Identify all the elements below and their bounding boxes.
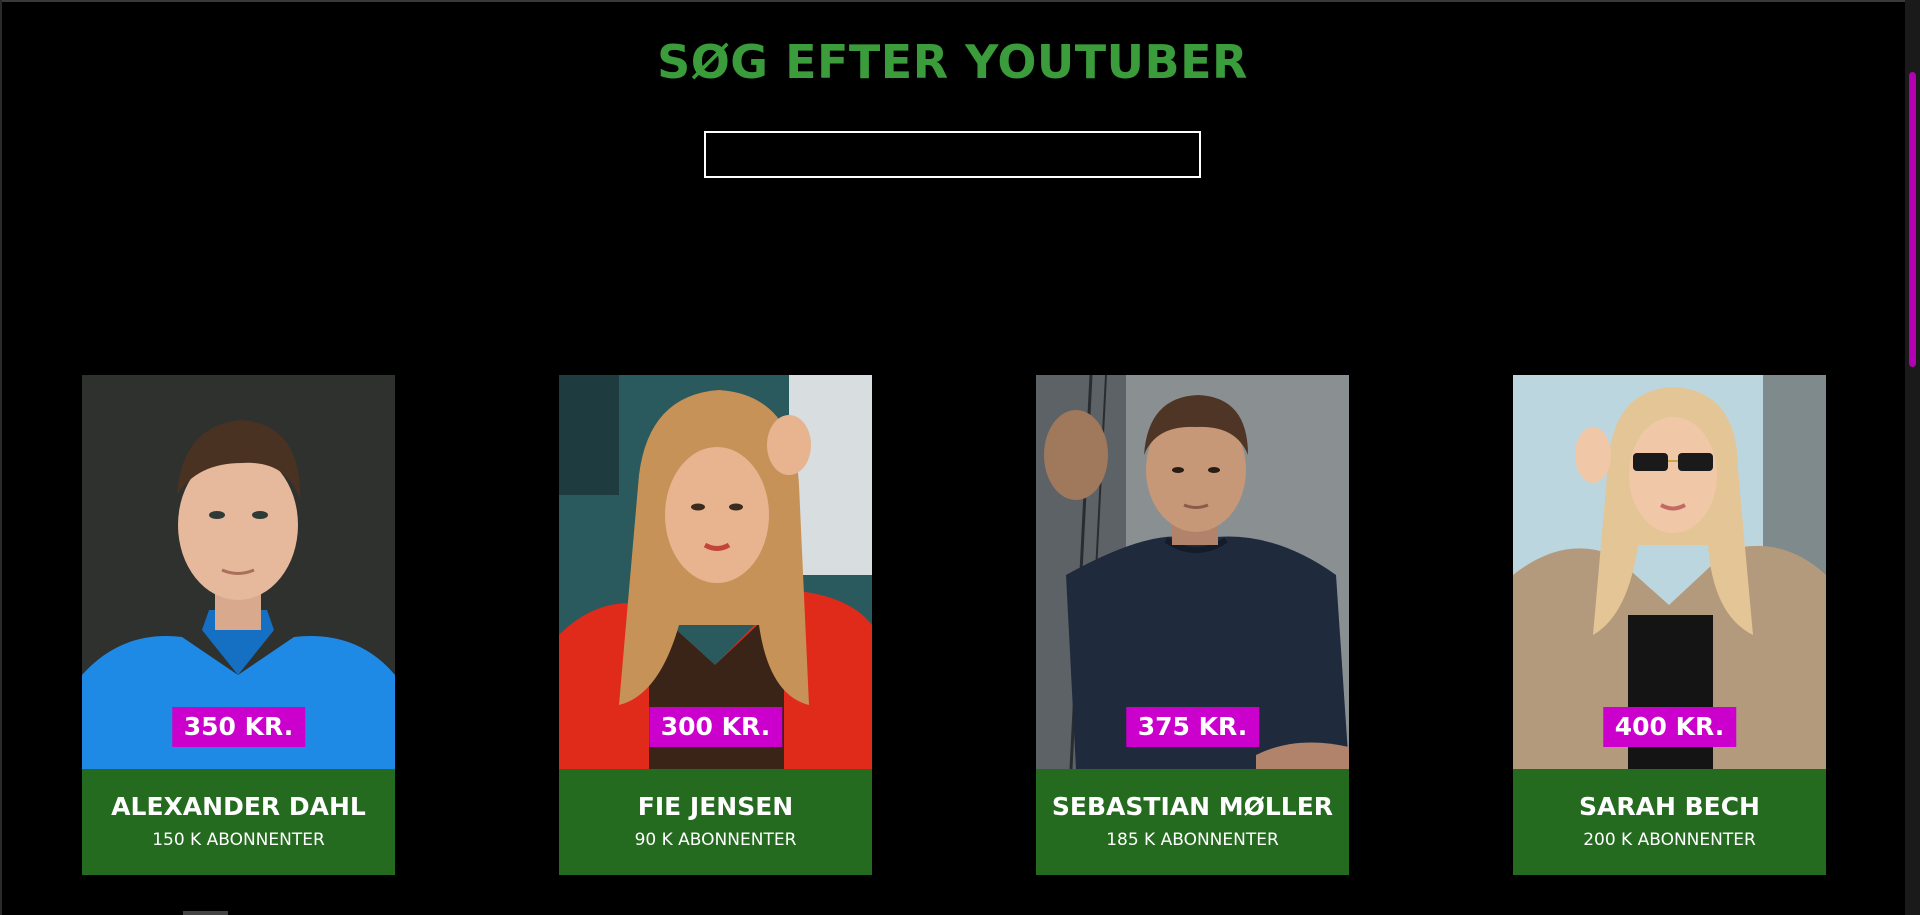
price-badge: 350 KR. (171, 707, 306, 747)
price-badge: 375 KR. (1125, 707, 1260, 747)
youtuber-name: ALEXANDER DAHL (111, 792, 366, 821)
youtuber-name: SEBASTIAN MØLLER (1051, 792, 1334, 821)
subscriber-count: 90 K ABONNENTER (634, 830, 797, 850)
youtuber-photo: 400 KR. (1513, 375, 1826, 769)
youtuber-card-sebastian-moller[interactable]: 375 KR. SEBASTIAN MØLLER 185 K ABONNENTE… (1036, 375, 1349, 875)
youtuber-card-sarah-bech[interactable]: 400 KR. SARAH BECH 200 K ABONNENTER (1513, 375, 1826, 875)
subscriber-count: 150 K ABONNENTER (152, 830, 325, 850)
youtuber-photo: 350 KR. (82, 375, 395, 769)
scrollbar-thumb[interactable] (1909, 72, 1916, 367)
price-badge: 400 KR. (1602, 707, 1737, 747)
youtuber-card-alexander-dahl[interactable]: 350 KR. ALEXANDER DAHL 150 K ABONNENTER (82, 375, 395, 875)
price-badge: 300 KR. (648, 707, 783, 747)
youtuber-card-fie-jensen[interactable]: 300 KR. FIE JENSEN 90 K ABONNENTER (559, 375, 872, 875)
horizontal-scrollbar-thumb[interactable] (183, 911, 228, 915)
card-info: FIE JENSEN 90 K ABONNENTER (559, 769, 872, 875)
vertical-scrollbar[interactable] (1905, 0, 1920, 915)
subscriber-count: 185 K ABONNENTER (1106, 830, 1279, 850)
window-top-border (0, 0, 1920, 2)
subscriber-count: 200 K ABONNENTER (1583, 830, 1756, 850)
youtuber-name: SARAH BECH (1579, 792, 1760, 821)
youtuber-name: FIE JENSEN (637, 792, 794, 821)
card-info: SARAH BECH 200 K ABONNENTER (1513, 769, 1826, 875)
youtuber-photo: 375 KR. (1036, 375, 1349, 769)
page-title: SØG EFTER YOUTUBER (657, 35, 1248, 89)
card-info: ALEXANDER DAHL 150 K ABONNENTER (82, 769, 395, 875)
search-input[interactable] (704, 131, 1201, 178)
card-info: SEBASTIAN MØLLER 185 K ABONNENTER (1036, 769, 1349, 875)
window-left-border (0, 0, 2, 915)
youtuber-photo: 300 KR. (559, 375, 872, 769)
